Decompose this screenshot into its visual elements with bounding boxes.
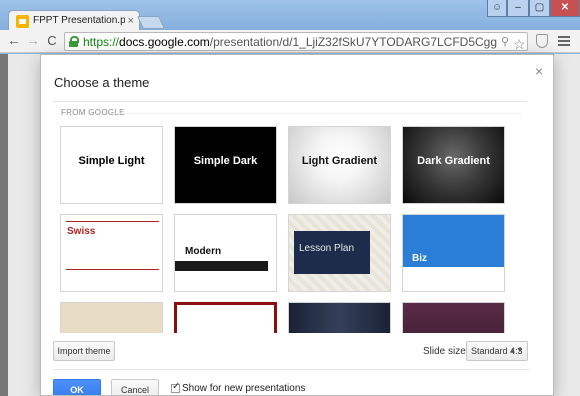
theme-red-frame[interactable]: [174, 302, 277, 333]
red-rule-bottom: [66, 269, 159, 270]
theme-plum[interactable]: [402, 302, 505, 333]
user-icon[interactable]: ☺: [487, 0, 507, 17]
theme-label: Modern: [185, 246, 222, 257]
browser-tab[interactable]: FPPT Presentation.pptx - Google ×: [8, 10, 140, 32]
back-arrow-icon[interactable]: ←: [6, 33, 22, 49]
close-window-button[interactable]: ✕: [550, 0, 580, 17]
theme-label: Biz: [412, 253, 427, 264]
bookmark-star-icon[interactable]: ☆: [513, 36, 526, 53]
theme-navy-gradient[interactable]: [288, 302, 391, 333]
url-path: /presentation/d/1_LjiZ32fSkU7YTODARG7LCF…: [209, 35, 497, 49]
lock-icon: [69, 36, 79, 47]
theme-simple-light[interactable]: Simple Light: [60, 126, 163, 204]
dark-bar: [175, 261, 268, 271]
red-rule-top: [66, 221, 159, 222]
import-theme-button[interactable]: Import theme: [53, 341, 115, 361]
show-for-new-label: Show for new presentations: [182, 383, 306, 394]
theme-swiss[interactable]: Swiss: [60, 214, 163, 292]
browser-toolbar: ← → C https://docs.google.com/presentati…: [0, 30, 580, 53]
address-bar[interactable]: https://docs.google.com/presentation/d/1…: [64, 32, 528, 53]
slide-size-select[interactable]: Standard 4:3 ▲▼: [466, 341, 528, 361]
extension-shield-icon[interactable]: [536, 34, 548, 48]
new-tab-button[interactable]: [136, 16, 166, 29]
theme-biz[interactable]: Biz: [402, 214, 505, 292]
theme-label: Swiss: [67, 226, 96, 237]
link-icon[interactable]: ⚲: [501, 35, 509, 48]
maximize-button[interactable]: ▢: [529, 0, 550, 17]
reload-icon[interactable]: C: [44, 33, 60, 49]
theme-label: Lesson Plan: [299, 243, 355, 254]
slides-favicon-icon: [16, 15, 29, 28]
page-sidebar-edge: [0, 54, 8, 396]
menu-icon[interactable]: [558, 36, 570, 48]
theme-beige[interactable]: [60, 302, 163, 333]
forward-arrow-icon[interactable]: →: [25, 33, 41, 49]
ok-button[interactable]: OK: [53, 379, 101, 395]
theme-label: Simple Light: [78, 155, 145, 167]
theme-dialog: Choose a theme × FROM GOOGLE Simple Ligh…: [40, 54, 554, 396]
url-text: https://docs.google.com/presentation/d/1…: [83, 35, 497, 49]
theme-label: Simple Dark: [193, 155, 258, 167]
theme-dark-gradient[interactable]: Dark Gradient: [402, 126, 505, 204]
url-host: docs.google.com: [119, 35, 210, 49]
dialog-title: Choose a theme: [54, 75, 150, 90]
section-divider: [111, 113, 521, 114]
show-for-new-checkbox[interactable]: [171, 381, 180, 393]
theme-gallery[interactable]: FROM GOOGLE Simple Light Simple Dark Lig…: [53, 101, 527, 333]
tab-title: FPPT Presentation.pptx - Google: [33, 15, 125, 26]
theme-lesson-plan[interactable]: Lesson Plan: [288, 214, 391, 292]
theme-label: Light Gradient: [301, 155, 378, 167]
close-icon[interactable]: ×: [535, 63, 543, 79]
slide-size-label: Slide size:: [423, 346, 469, 357]
url-scheme: https://: [83, 35, 120, 49]
theme-simple-dark[interactable]: Simple Dark: [174, 126, 277, 204]
cancel-button[interactable]: Cancel: [111, 379, 159, 395]
theme-label: Dark Gradient: [417, 155, 490, 167]
footer-divider: [53, 369, 529, 370]
updown-chevron-icon: ▲▼: [509, 347, 523, 354]
title-bar: FPPT Presentation.pptx - Google × ☺ – ▢ …: [0, 0, 580, 32]
minimize-button[interactable]: –: [507, 0, 529, 17]
theme-modern[interactable]: Modern: [174, 214, 277, 292]
theme-light-gradient[interactable]: Light Gradient: [288, 126, 391, 204]
tab-close-icon[interactable]: ×: [128, 14, 134, 28]
